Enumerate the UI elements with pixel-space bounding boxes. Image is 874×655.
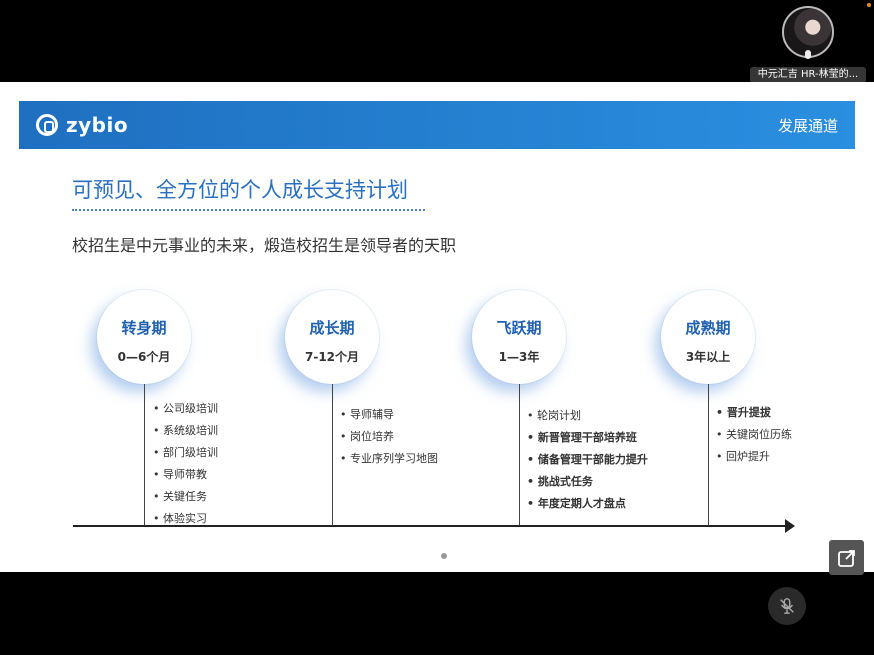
stage-item: 导师辅导	[340, 404, 438, 426]
stage-item: 储备管理干部能力提升	[527, 449, 648, 471]
stage-item-list: 轮岗计划 新晋管理干部培养班 储备管理干部能力提升 挑战式任务 年度定期人才盘点	[527, 405, 648, 515]
stage-item: 系统级培训	[153, 420, 218, 442]
stage-item: 关键任务	[153, 486, 218, 508]
stage-connector	[144, 384, 145, 525]
stage-connector	[519, 384, 520, 525]
expand-button[interactable]	[829, 540, 864, 575]
shared-slide: zybio 发展通道 可预见、全方位的个人成长支持计划 校招生是中元事业的未来，…	[0, 82, 874, 572]
stage-item-list: 晋升提拔 关键岗位历练 回炉提升	[716, 402, 792, 468]
stage-item-list: 导师辅导 岗位培养 专业序列学习地图	[340, 404, 438, 470]
stage-item: 关键岗位历练	[716, 424, 792, 446]
timeline-arrow-icon	[785, 519, 795, 533]
stage-period: 0—6个月	[117, 350, 171, 364]
stage-item-list: 公司级培训 系统级培训 部门级培训 导师带教 关键任务 体验实习	[153, 398, 218, 530]
stage-circle: 成长期 7-12个月	[285, 290, 379, 384]
stage-item: 轮岗计划	[527, 405, 648, 427]
stage-title: 成熟期	[685, 319, 731, 337]
stage-item: 新晋管理干部培养班	[527, 427, 648, 449]
avatar-mic-icon	[805, 50, 811, 59]
stage-item: 专业序列学习地图	[340, 448, 438, 470]
slide-subtitle: 校招生是中元事业的未来，煅造校招生是领导者的天职	[72, 236, 457, 255]
stage-item: 导师带教	[153, 464, 218, 486]
stage-title: 成长期	[309, 319, 355, 337]
stage-circle: 飞跃期 1—3年	[472, 290, 566, 384]
logo-mark-icon	[36, 114, 58, 136]
stage-connector	[332, 384, 333, 525]
section-title: 发展通道	[777, 117, 838, 135]
slide-header: zybio 发展通道	[19, 101, 855, 149]
stage-title: 飞跃期	[496, 319, 542, 337]
mute-button[interactable]	[768, 587, 806, 625]
stage-circle: 转身期 0—6个月	[97, 290, 191, 384]
mic-muted-icon	[780, 598, 794, 614]
stage-item: 公司级培训	[153, 398, 218, 420]
participant-name: 中元汇吉 HR-林莹的...	[750, 67, 866, 83]
brand-logo: zybio	[36, 111, 128, 139]
expand-icon	[837, 549, 855, 567]
stage-item: 部门级培训	[153, 442, 218, 464]
slide-title: 可预见、全方位的个人成长支持计划	[72, 178, 408, 202]
stage-period: 1—3年	[498, 350, 540, 364]
title-underline	[72, 209, 425, 211]
top-bar: 中元汇吉 HR-林莹的...	[0, 0, 874, 83]
stage-item: 晋升提拔	[716, 402, 792, 424]
timeline-axis	[73, 525, 788, 527]
stage-circle: 成熟期 3年以上	[661, 290, 755, 384]
stage-item: 挑战式任务	[527, 471, 648, 493]
stage-title: 转身期	[121, 319, 167, 337]
stage-period: 3年以上	[685, 350, 731, 364]
stage-item: 回炉提升	[716, 446, 792, 468]
stage-item: 岗位培养	[340, 426, 438, 448]
slide-page-indicator[interactable]	[441, 553, 447, 559]
bottom-bar	[0, 572, 874, 655]
stage-item: 年度定期人才盘点	[527, 493, 648, 515]
brand-text: zybio	[66, 113, 129, 137]
status-indicator	[867, 3, 871, 7]
stage-connector	[708, 384, 709, 525]
stage-period: 7-12个月	[304, 350, 360, 364]
